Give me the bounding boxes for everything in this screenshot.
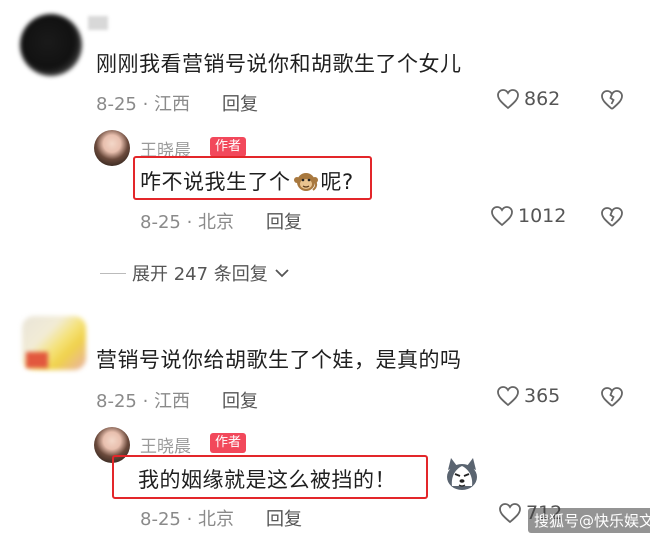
heart-icon xyxy=(490,205,514,227)
author-avatar[interactable] xyxy=(94,130,130,166)
divider-line xyxy=(100,272,126,274)
reply-meta: 8-25 · 北京 xyxy=(140,509,235,530)
comment-text: 营销号说你给胡歌生了个娃，是真的吗 xyxy=(96,348,462,372)
heart-icon xyxy=(496,88,520,110)
reply-text-part: 呢? xyxy=(320,170,354,194)
like-button[interactable]: 365 xyxy=(496,385,560,407)
like-count: 1012 xyxy=(518,205,567,227)
watermark: 搜狐号@快乐娱文 xyxy=(528,508,650,533)
reply-button[interactable]: 回复 xyxy=(222,90,258,116)
broken-heart-icon[interactable] xyxy=(600,206,624,228)
reply-button[interactable]: 回复 xyxy=(266,208,302,234)
husky-dog-emoji xyxy=(442,456,482,494)
expand-replies-button[interactable]: 展开 247 条回复 xyxy=(100,260,290,286)
author-reply-text: 咋不说我生了个 呢? xyxy=(140,166,354,196)
reply-button[interactable]: 回复 xyxy=(222,387,258,413)
heart-icon xyxy=(498,502,522,524)
reply-button[interactable]: 回复 xyxy=(266,505,302,531)
heart-icon xyxy=(496,385,520,407)
comment-meta: 8-25 · 江西 xyxy=(96,391,191,412)
reply-meta: 8-25 · 北京 xyxy=(140,212,235,233)
commenter-name-pixelated xyxy=(88,16,108,30)
comment-text: 刚刚我看营销号说你和胡歌生了个女儿 xyxy=(96,52,462,76)
author-badge: 作者 xyxy=(210,137,247,157)
like-button[interactable]: 1012 xyxy=(490,205,566,227)
like-count: 365 xyxy=(524,385,561,407)
comment-meta: 8-25 · 江西 xyxy=(96,94,191,115)
monkey-emoji xyxy=(293,168,319,194)
reply-text-part: 咋不说我生了个 xyxy=(140,170,291,194)
like-count: 862 xyxy=(524,88,561,110)
broken-heart-icon[interactable] xyxy=(600,89,624,111)
broken-heart-icon[interactable] xyxy=(600,386,624,408)
author-name[interactable]: 王晓晨 xyxy=(140,432,191,457)
author-reply-text: 我的姻缘就是这么被挡的！ xyxy=(138,468,396,492)
author-badge: 作者 xyxy=(210,433,247,453)
chevron-down-icon xyxy=(274,267,290,279)
like-button[interactable]: 862 xyxy=(496,88,560,110)
commenter-avatar[interactable] xyxy=(20,14,82,76)
expand-replies-label: 展开 247 条回复 xyxy=(132,264,268,285)
avatar-blur-patch xyxy=(26,352,48,368)
